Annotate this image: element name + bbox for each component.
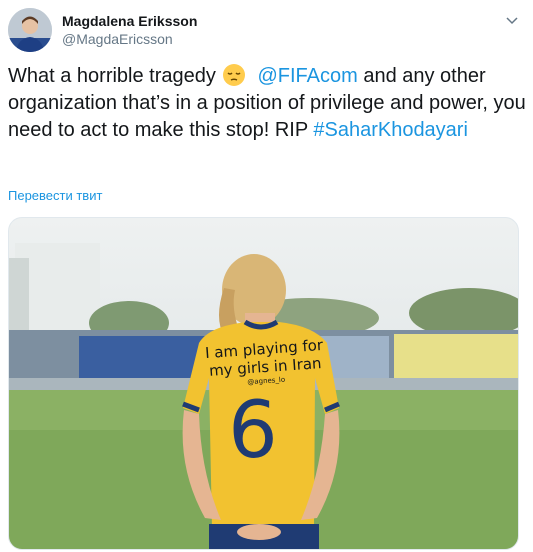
pensive-face-emoji-icon [222, 63, 246, 87]
tweet-text: What a horrible tragedy @FIFAcom and any… [8, 63, 528, 144]
avatar[interactable] [8, 8, 52, 52]
author-handle[interactable]: @MagdaEricsson [62, 30, 197, 48]
translate-tweet-link[interactable]: Перевести твит [8, 188, 102, 203]
mention-link[interactable]: @FIFAcom [257, 65, 357, 87]
shirt-number: 6 [228, 386, 278, 476]
chevron-down-icon[interactable] [503, 12, 521, 30]
hashtag-link[interactable]: #SaharKhodayari [313, 119, 468, 141]
tweet-card: Magdalena Eriksson @MagdaEricsson What a… [0, 0, 533, 552]
tweet-text-intro: What a horrible tragedy [8, 65, 216, 87]
author-info: Magdalena Eriksson @MagdaEricsson [62, 12, 197, 48]
author-name[interactable]: Magdalena Eriksson [62, 12, 197, 30]
tweet-photo[interactable]: I am playing for my girls in Iran @agnes… [8, 217, 519, 550]
